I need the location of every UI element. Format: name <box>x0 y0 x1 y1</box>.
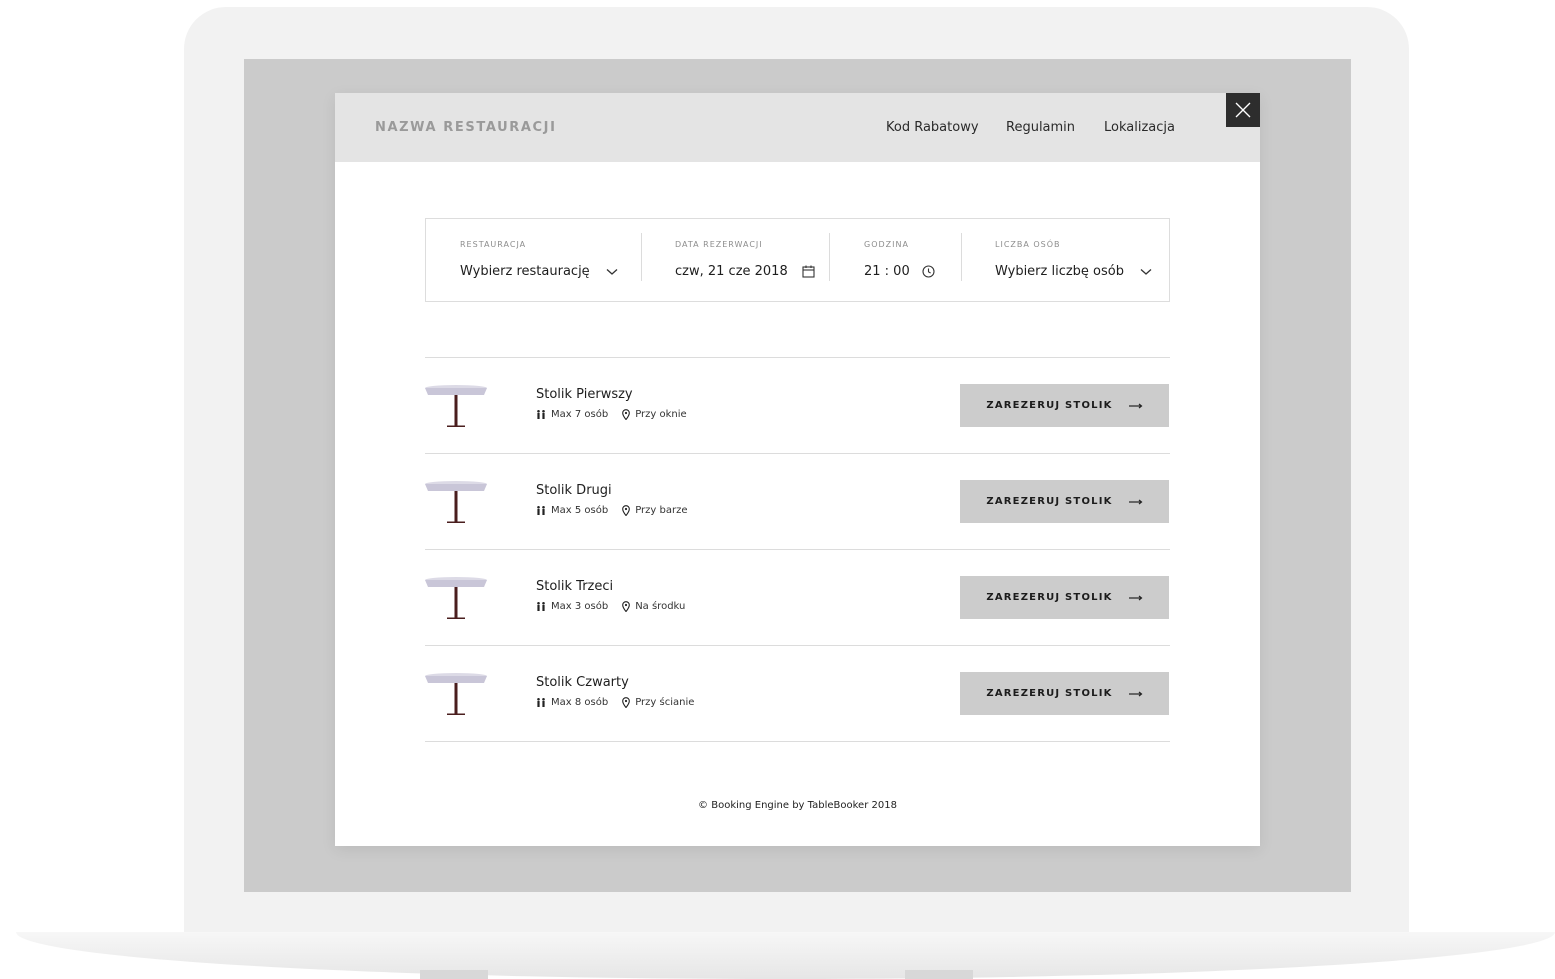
people-icon <box>537 506 545 515</box>
chevron-down-icon <box>1140 268 1152 275</box>
table-name: Stolik Trzeci <box>536 579 614 594</box>
clock-icon <box>922 265 935 278</box>
footer-copyright: © Booking Engine by TableBooker 2018 <box>698 800 897 811</box>
laptop-foot <box>905 970 973 979</box>
arrow-right-icon <box>1128 595 1143 600</box>
guests-select-value: Wybierz liczbę osób <box>995 264 1124 279</box>
modal-header: NAZWA RESTAURACJI Kod Rabatowy Regulamin… <box>335 93 1260 162</box>
reservation-filter-bar: RESTAURACJA Wybierz restaurację DATA REZ… <box>425 218 1170 302</box>
guests-filter-label: LICZBA OSÓB <box>995 240 1061 249</box>
table-row: Stolik Drugi Max 5 osób Przy barze ZAREZ… <box>425 453 1170 549</box>
table-list: Stolik Pierwszy Max 7 osób Przy oknie ZA… <box>425 357 1170 742</box>
date-value: czw, 21 cze 2018 <box>675 264 788 279</box>
table-meta: Max 7 osób Przy oknie <box>536 409 687 420</box>
people-icon <box>537 698 545 707</box>
table-meta: Max 5 osób Przy barze <box>536 505 688 516</box>
table-meta: Max 3 osób Na środku <box>536 601 685 612</box>
restaurant-filter-label: RESTAURACJA <box>460 240 527 249</box>
table-row: Stolik Trzeci Max 3 osób Na środku ZAREZ… <box>425 549 1170 645</box>
restaurant-name: NAZWA RESTAURACJI <box>375 120 557 135</box>
people-icon <box>537 410 545 419</box>
table-row: Stolik Czwarty Max 8 osób Przy ścianie Z… <box>425 645 1170 742</box>
arrow-right-icon <box>1128 499 1143 504</box>
table-capacity: Max 7 osób <box>551 409 609 420</box>
reserve-button-label: ZAREZERUJ STOLIK <box>986 400 1113 411</box>
table-row: Stolik Pierwszy Max 7 osób Przy oknie ZA… <box>425 357 1170 453</box>
table-location: Przy barze <box>635 505 688 516</box>
table-capacity: Max 5 osób <box>551 505 609 516</box>
restaurant-select-value: Wybierz restaurację <box>460 264 590 279</box>
time-value: 21 : 00 <box>864 264 910 279</box>
filter-divider <box>641 233 642 281</box>
laptop-base <box>16 932 1555 979</box>
date-picker[interactable]: czw, 21 cze 2018 <box>675 264 815 279</box>
table-icon <box>425 385 487 427</box>
table-name: Stolik Drugi <box>536 483 612 498</box>
table-name: Stolik Czwarty <box>536 675 629 690</box>
reserve-button-label: ZAREZERUJ STOLIK <box>986 592 1113 603</box>
location-pin-icon <box>622 505 631 516</box>
date-filter-label: DATA REZERWACJI <box>675 240 763 249</box>
reserve-table-button[interactable]: ZAREZERUJ STOLIK <box>960 384 1169 427</box>
chevron-down-icon <box>606 268 618 275</box>
close-button[interactable] <box>1226 93 1260 127</box>
table-icon <box>425 577 487 619</box>
nav-discount-code[interactable]: Kod Rabatowy <box>886 120 979 135</box>
table-capacity: Max 8 osób <box>551 697 609 708</box>
location-pin-icon <box>622 409 631 420</box>
nav-location[interactable]: Lokalizacja <box>1104 120 1175 135</box>
table-icon <box>425 481 487 523</box>
table-location: Przy oknie <box>635 409 687 420</box>
laptop-foot <box>420 970 488 979</box>
reserve-table-button[interactable]: ZAREZERUJ STOLIK <box>960 576 1169 619</box>
close-icon <box>1235 102 1251 118</box>
guests-select[interactable]: Wybierz liczbę osób <box>995 264 1152 279</box>
filter-divider <box>829 233 830 281</box>
arrow-right-icon <box>1128 691 1143 696</box>
nav-terms[interactable]: Regulamin <box>1006 120 1075 135</box>
calendar-icon <box>802 265 815 278</box>
location-pin-icon <box>622 601 631 612</box>
table-icon <box>425 673 487 715</box>
arrow-right-icon <box>1128 403 1143 408</box>
time-filter-label: GODZINA <box>864 240 909 249</box>
table-meta: Max 8 osób Przy ścianie <box>536 697 694 708</box>
booking-modal: NAZWA RESTAURACJI Kod Rabatowy Regulamin… <box>335 93 1260 846</box>
location-pin-icon <box>622 697 631 708</box>
reserve-button-label: ZAREZERUJ STOLIK <box>986 688 1113 699</box>
table-location: Przy ścianie <box>635 697 695 708</box>
table-location: Na środku <box>635 601 686 612</box>
filter-divider <box>961 233 962 281</box>
table-capacity: Max 3 osób <box>551 601 609 612</box>
table-name: Stolik Pierwszy <box>536 387 633 402</box>
restaurant-select[interactable]: Wybierz restaurację <box>460 264 618 279</box>
people-icon <box>537 602 545 611</box>
reserve-table-button[interactable]: ZAREZERUJ STOLIK <box>960 672 1169 715</box>
reserve-table-button[interactable]: ZAREZERUJ STOLIK <box>960 480 1169 523</box>
reserve-button-label: ZAREZERUJ STOLIK <box>986 496 1113 507</box>
time-picker[interactable]: 21 : 00 <box>864 264 935 279</box>
